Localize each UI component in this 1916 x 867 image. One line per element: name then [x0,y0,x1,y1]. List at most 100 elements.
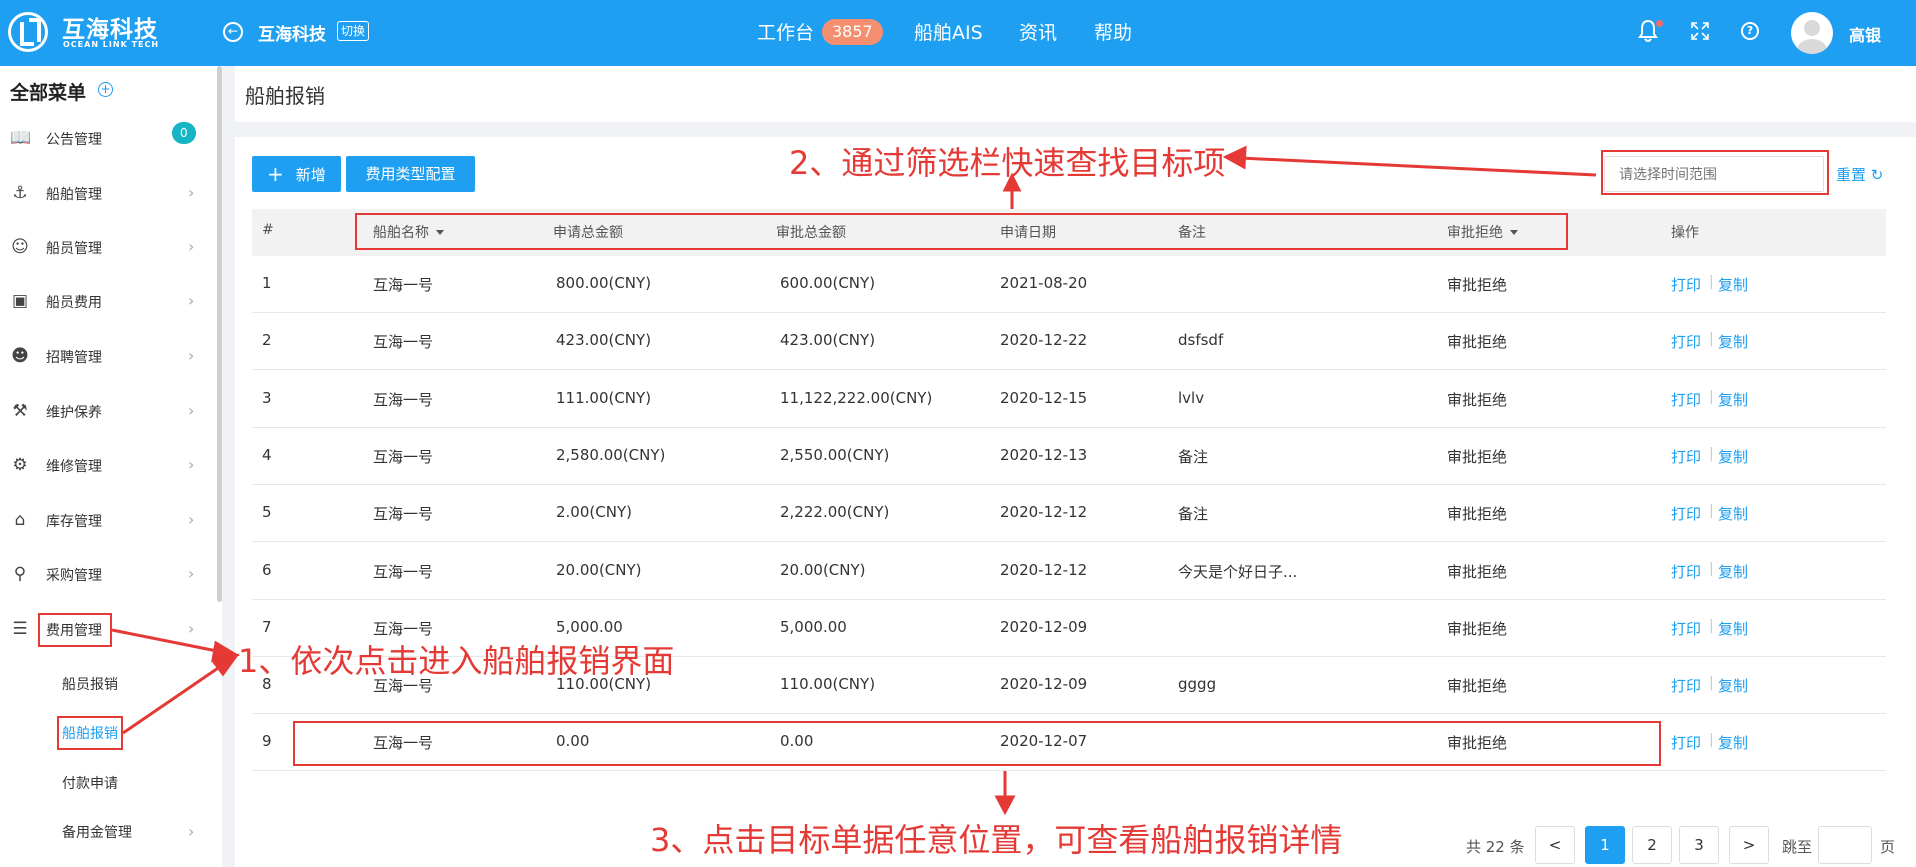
print-link[interactable]: 打印 [1671,732,1701,753]
avatar[interactable] [1791,12,1833,54]
highlight-target-row [293,721,1661,766]
fee-type-config-button[interactable]: 费用类型配置 [346,156,475,192]
book-icon: 📖 [10,128,32,148]
annotation-step-2: 2、通过筛选栏快速查找目标项 [789,144,1226,182]
cell-approve-amount: 110.00(CNY) [780,675,876,693]
sidebar-item-crew-fees[interactable]: ▣ 船员费用 › [0,279,217,323]
user-name[interactable]: 高银 [1849,22,1881,46]
nav-workbench[interactable]: 工作台 [757,18,814,45]
copy-link[interactable]: 复制 [1718,446,1748,467]
print-link[interactable]: 打印 [1671,331,1701,352]
sidebar-item-purchasing[interactable]: ⚲ 采购管理 › [0,552,217,596]
chevron-right-icon: › [188,237,195,256]
nav-help[interactable]: 帮助 [1094,18,1132,45]
org-name: 互海科技 [258,25,326,45]
sidebar-item-repair[interactable]: ⚙ 维修管理 › [0,443,217,487]
chevron-right-icon: › [188,510,195,529]
cart-icon: ⚲ [13,564,27,584]
cell-ship-name: 互海一号 [373,563,434,581]
action-divider: | [1709,331,1714,347]
cell-apply-amount: 111.00(CNY) [556,389,652,407]
wallet-icon: ▣ [11,291,29,311]
plus-circle-icon[interactable]: + [98,82,113,97]
copy-link[interactable]: 复制 [1718,561,1748,582]
pagination-jump-label: 跳至 [1782,838,1813,856]
cell-index: 2 [262,331,272,349]
cell-approve-amount: 2,222.00(CNY) [780,503,890,521]
sidebar-item-label: 公告管理 [46,132,102,148]
copy-link[interactable]: 复制 [1718,331,1748,352]
chevron-right-icon: › [188,183,195,202]
fullscreen-icon[interactable] [1690,21,1710,41]
action-divider: | [1709,732,1714,748]
copy-link[interactable]: 复制 [1718,389,1748,410]
print-link[interactable]: 打印 [1671,675,1701,696]
back-arrow-icon[interactable]: ← [223,22,243,42]
switch-org-button[interactable]: 切换 [337,21,370,41]
copy-link[interactable]: 复制 [1718,675,1748,696]
col-actions: 操作 [1671,225,1699,241]
print-link[interactable]: 打印 [1671,274,1701,295]
pagination-page-2[interactable]: 2 [1632,826,1672,864]
action-divider: | [1709,446,1714,462]
cell-apply-date: 2020-12-09 [1000,618,1088,636]
sidebar-scrollbar[interactable] [217,66,222,602]
reset-label: 重置 [1836,166,1867,184]
print-link[interactable]: 打印 [1671,446,1701,467]
chevron-right-icon: › [188,401,195,420]
highlight-ship-reimbursement-menu [57,716,123,750]
print-link[interactable]: 打印 [1671,561,1701,582]
cell-apply-date: 2020-12-22 [1000,331,1088,349]
sidebar-subitem-payment-request[interactable]: 付款申请 [62,773,118,793]
action-divider: | [1709,618,1714,634]
sidebar-item-label: 招聘管理 [46,350,102,366]
copy-link[interactable]: 复制 [1718,618,1748,639]
maintenance-icon: ⚒ [12,401,28,421]
cell-ship-name: 互海一号 [373,505,434,523]
sidebar-item-recruitment[interactable]: ☻ 招聘管理 › [0,334,217,378]
action-divider: | [1709,675,1714,691]
cell-index: 1 [262,274,272,292]
action-divider: | [1709,503,1714,519]
sidebar-subitem-crew-reimbursement[interactable]: 船员报销 [62,674,118,694]
add-button[interactable]: + 新增 [252,156,341,192]
sidebar-item-maintenance[interactable]: ⚒ 维护保养 › [0,389,217,433]
highlight-date-filter [1601,150,1829,195]
home-icon: ⌂ [14,510,26,530]
add-button-label: 新增 [295,166,326,184]
cell-index: 4 [262,446,272,464]
chevron-right-icon: › [188,619,195,638]
plus-icon: + [267,162,284,186]
app-logo[interactable]: 互海科技 OCEAN LINK TECH [8,8,178,58]
cell-apply-amount: 2,580.00(CNY) [556,446,666,464]
copy-link[interactable]: 复制 [1718,274,1748,295]
nav-news[interactable]: 资讯 [1019,18,1057,45]
sidebar-item-inventory[interactable]: ⌂ 库存管理 › [0,498,217,542]
help-icon[interactable]: ? [1741,22,1759,40]
print-link[interactable]: 打印 [1671,503,1701,524]
logo-mark-icon [8,12,48,52]
cell-apply-date: 2020-12-15 [1000,389,1088,407]
pagination-page-1[interactable]: 1 [1585,826,1625,864]
pagination-prev-button[interactable]: < [1535,826,1575,864]
pagination-page-3[interactable]: 3 [1679,826,1719,864]
cell-apply-amount: 20.00(CNY) [556,561,642,579]
print-link[interactable]: 打印 [1671,389,1701,410]
sidebar-item-label: 维修管理 [46,459,102,475]
cell-status: 审批拒绝 [1447,448,1508,466]
pagination-next-button[interactable]: > [1729,826,1769,864]
print-link[interactable]: 打印 [1671,618,1701,639]
pagination-jump-input[interactable] [1818,826,1872,864]
nav-ship-ais[interactable]: 船舶AIS [914,18,983,45]
cell-note: 今天是个好日子... [1178,563,1298,581]
sidebar-item-ships[interactable]: ⚓ 船舶管理 › [0,171,217,215]
copy-link[interactable]: 复制 [1718,503,1748,524]
cell-index: 9 [262,732,272,750]
sidebar-item-crew[interactable]: ☺ 船员管理 › [0,225,217,269]
action-divider: | [1709,389,1714,405]
cell-approve-amount: 423.00(CNY) [780,331,876,349]
sidebar-item-label: 船舶管理 [46,187,102,203]
workbench-count-badge: 3857 [822,19,883,45]
reset-button[interactable]: 重置 ↻ [1836,164,1883,185]
copy-link[interactable]: 复制 [1718,732,1748,753]
